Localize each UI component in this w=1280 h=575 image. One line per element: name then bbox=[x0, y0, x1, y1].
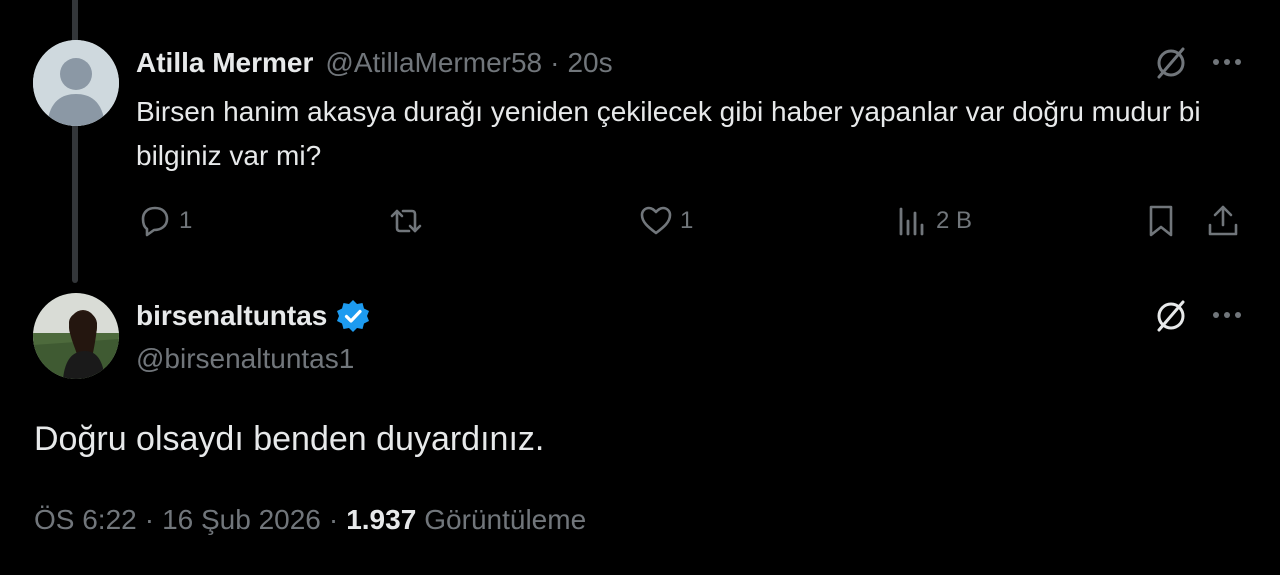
reply-tweet-header: Atilla Mermer @AtillaMermer58 · 20s bbox=[136, 44, 613, 82]
views-count: 2 B bbox=[936, 207, 973, 234]
bookmark-button[interactable] bbox=[1143, 200, 1179, 242]
tweet-time[interactable]: ÖS 6:22 bbox=[34, 504, 137, 536]
reply-button[interactable]: 1 bbox=[137, 200, 192, 242]
bookmark-icon bbox=[1149, 205, 1173, 237]
retweet-button[interactable] bbox=[388, 200, 430, 242]
grok-icon[interactable] bbox=[1152, 44, 1190, 82]
main-tweet-author: birsenaltuntas bbox=[136, 296, 371, 336]
tweet-metadata: ÖS 6:22 · 16 Şub 2026 · 1.937 Görüntülem… bbox=[34, 500, 586, 540]
tweet-date[interactable]: 16 Şub 2026 bbox=[162, 504, 321, 536]
grok-icon[interactable] bbox=[1152, 297, 1190, 335]
retweet-icon bbox=[390, 209, 422, 233]
separator-dot: · bbox=[550, 47, 560, 78]
tweet-time-ago[interactable]: 20s bbox=[567, 47, 612, 79]
views-button[interactable]: 2 B bbox=[894, 200, 972, 242]
views-label: Görüntüleme bbox=[424, 504, 587, 535]
author-name[interactable]: Atilla Mermer bbox=[136, 47, 313, 79]
profile-avatar[interactable] bbox=[33, 293, 119, 379]
more-options-icon[interactable] bbox=[1209, 44, 1245, 80]
reply-tweet-text: Birsen hanim akasya durağı yeniden çekil… bbox=[136, 96, 1201, 171]
author-handle[interactable]: @birsenaltuntas1 bbox=[136, 340, 354, 378]
author-name[interactable]: birsenaltuntas bbox=[136, 300, 327, 332]
verified-badge-icon[interactable] bbox=[335, 298, 371, 334]
like-button[interactable]: 1 bbox=[638, 200, 693, 242]
more-options-icon[interactable] bbox=[1209, 297, 1245, 333]
tweet-thread: Atilla Mermer @AtillaMermer58 · 20s Birs… bbox=[0, 0, 1280, 575]
analytics-icon bbox=[899, 207, 924, 236]
reply-count: 1 bbox=[179, 207, 193, 234]
main-tweet-text: Doğru olsaydı benden duyardınız. bbox=[34, 420, 545, 458]
share-icon bbox=[1208, 205, 1238, 236]
author-handle[interactable]: @AtillaMermer58 bbox=[325, 47, 542, 79]
like-count: 1 bbox=[680, 207, 694, 234]
heart-icon bbox=[640, 206, 672, 235]
views-count: 1.937 bbox=[346, 504, 417, 535]
separator-dot: · bbox=[144, 504, 155, 535]
separator-dot: · bbox=[328, 504, 339, 535]
default-avatar-icon[interactable] bbox=[33, 40, 119, 126]
reply-icon bbox=[141, 206, 169, 237]
share-button[interactable] bbox=[1205, 200, 1241, 242]
